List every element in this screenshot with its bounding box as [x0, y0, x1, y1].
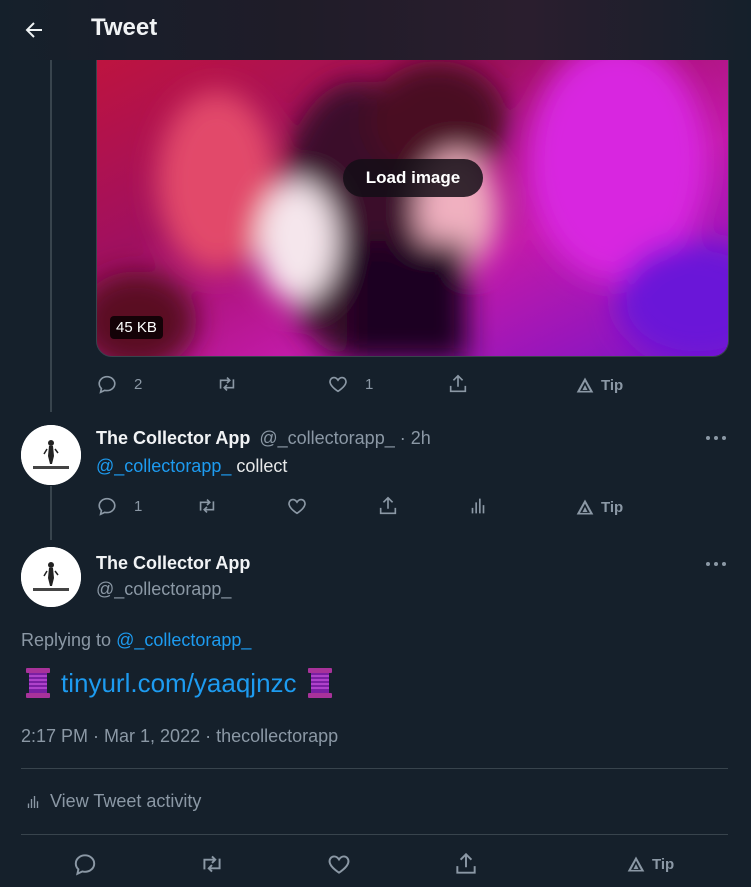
share-icon	[379, 496, 397, 515]
thread-line	[50, 486, 52, 540]
mention-link[interactable]: @_collectorapp_	[96, 456, 231, 476]
spool-emoji	[26, 668, 50, 698]
divider	[21, 834, 728, 835]
thread-line	[50, 60, 52, 412]
reply-action[interactable]	[72, 851, 98, 877]
page-title: Tweet	[91, 14, 158, 41]
retweet-icon	[203, 855, 221, 873]
tip-icon	[576, 377, 594, 393]
replying-handle-link[interactable]: @_collectorapp_	[116, 630, 251, 650]
like-action[interactable]	[326, 851, 352, 877]
tweet-body: tinyurl.com/yaaqjnzc	[21, 666, 337, 700]
retweet-icon	[219, 376, 235, 392]
tweet-media[interactable]: Load image 45 KB	[96, 40, 729, 357]
share-icon	[449, 374, 467, 393]
divider	[21, 768, 728, 769]
reply-action[interactable]: 2	[96, 373, 142, 395]
spool-emoji	[307, 668, 332, 698]
analytics-icon	[471, 498, 485, 514]
analytics-action[interactable]	[467, 495, 489, 517]
replying-prefix: Replying to	[21, 630, 117, 650]
reply-body: collect	[231, 456, 288, 476]
tweet-link[interactable]: tinyurl.com/yaaqjnzc	[61, 668, 297, 699]
avatar[interactable]	[21, 425, 81, 485]
blurred-image	[97, 41, 728, 356]
reply-icon	[74, 854, 96, 876]
tip-label: Tip	[601, 376, 624, 394]
collector-logo	[21, 547, 81, 607]
reply-action[interactable]: 1	[96, 495, 142, 517]
tip-label: Tip	[652, 855, 675, 873]
retweet-action[interactable]	[199, 851, 225, 877]
share-icon	[456, 852, 476, 874]
analytics-icon	[27, 795, 39, 808]
tip-action[interactable]: Tip	[575, 497, 623, 517]
main-author-name[interactable]: The Collector App	[96, 553, 250, 574]
tip-action[interactable]: Tip	[575, 375, 623, 395]
avatar[interactable]	[21, 547, 81, 607]
like-action[interactable]	[286, 495, 308, 517]
main-handle[interactable]: @_collectorapp_	[96, 579, 231, 600]
load-image-button[interactable]: Load image	[343, 159, 483, 197]
view-activity[interactable]: View Tweet activity	[24, 791, 201, 812]
like-icon	[328, 855, 350, 874]
retweet-action[interactable]	[216, 373, 238, 395]
like-icon	[329, 376, 347, 393]
reply-count: 2	[134, 375, 143, 393]
reply-handle-time[interactable]: @_collectorapp_ · 2h	[259, 428, 430, 448]
back-arrow-icon[interactable]	[22, 18, 46, 42]
share-action[interactable]	[377, 495, 399, 517]
like-count: 1	[365, 375, 374, 393]
reply-text: @_collectorapp_ collect	[96, 456, 287, 477]
tip-action[interactable]: Tip	[626, 854, 674, 874]
like-action[interactable]: 1	[327, 373, 373, 395]
tip-icon	[627, 856, 645, 872]
replying-to: Replying to @_collectorapp_	[21, 630, 251, 651]
reply-header: The Collector App @_collectorapp_ · 2h	[96, 428, 431, 449]
more-icon[interactable]	[704, 434, 728, 442]
reply-icon	[98, 497, 116, 516]
like-icon	[288, 498, 306, 515]
retweet-icon	[199, 498, 215, 514]
top-bar: Tweet	[0, 0, 751, 60]
tweet-meta[interactable]: 2:17 PM · Mar 1, 2022 · thecollectorapp	[21, 726, 338, 747]
image-size-badge: 45 KB	[110, 316, 163, 339]
reply-icon	[98, 375, 116, 394]
reply-author-name[interactable]: The Collector App	[96, 428, 250, 448]
view-activity-label: View Tweet activity	[50, 791, 202, 811]
share-action[interactable]	[453, 851, 479, 877]
retweet-action[interactable]	[196, 495, 218, 517]
more-icon[interactable]	[704, 560, 728, 568]
tip-label: Tip	[601, 498, 624, 516]
collector-logo	[21, 425, 81, 485]
reply-count: 1	[134, 497, 143, 515]
tip-icon	[576, 499, 594, 515]
share-action[interactable]	[447, 373, 469, 395]
